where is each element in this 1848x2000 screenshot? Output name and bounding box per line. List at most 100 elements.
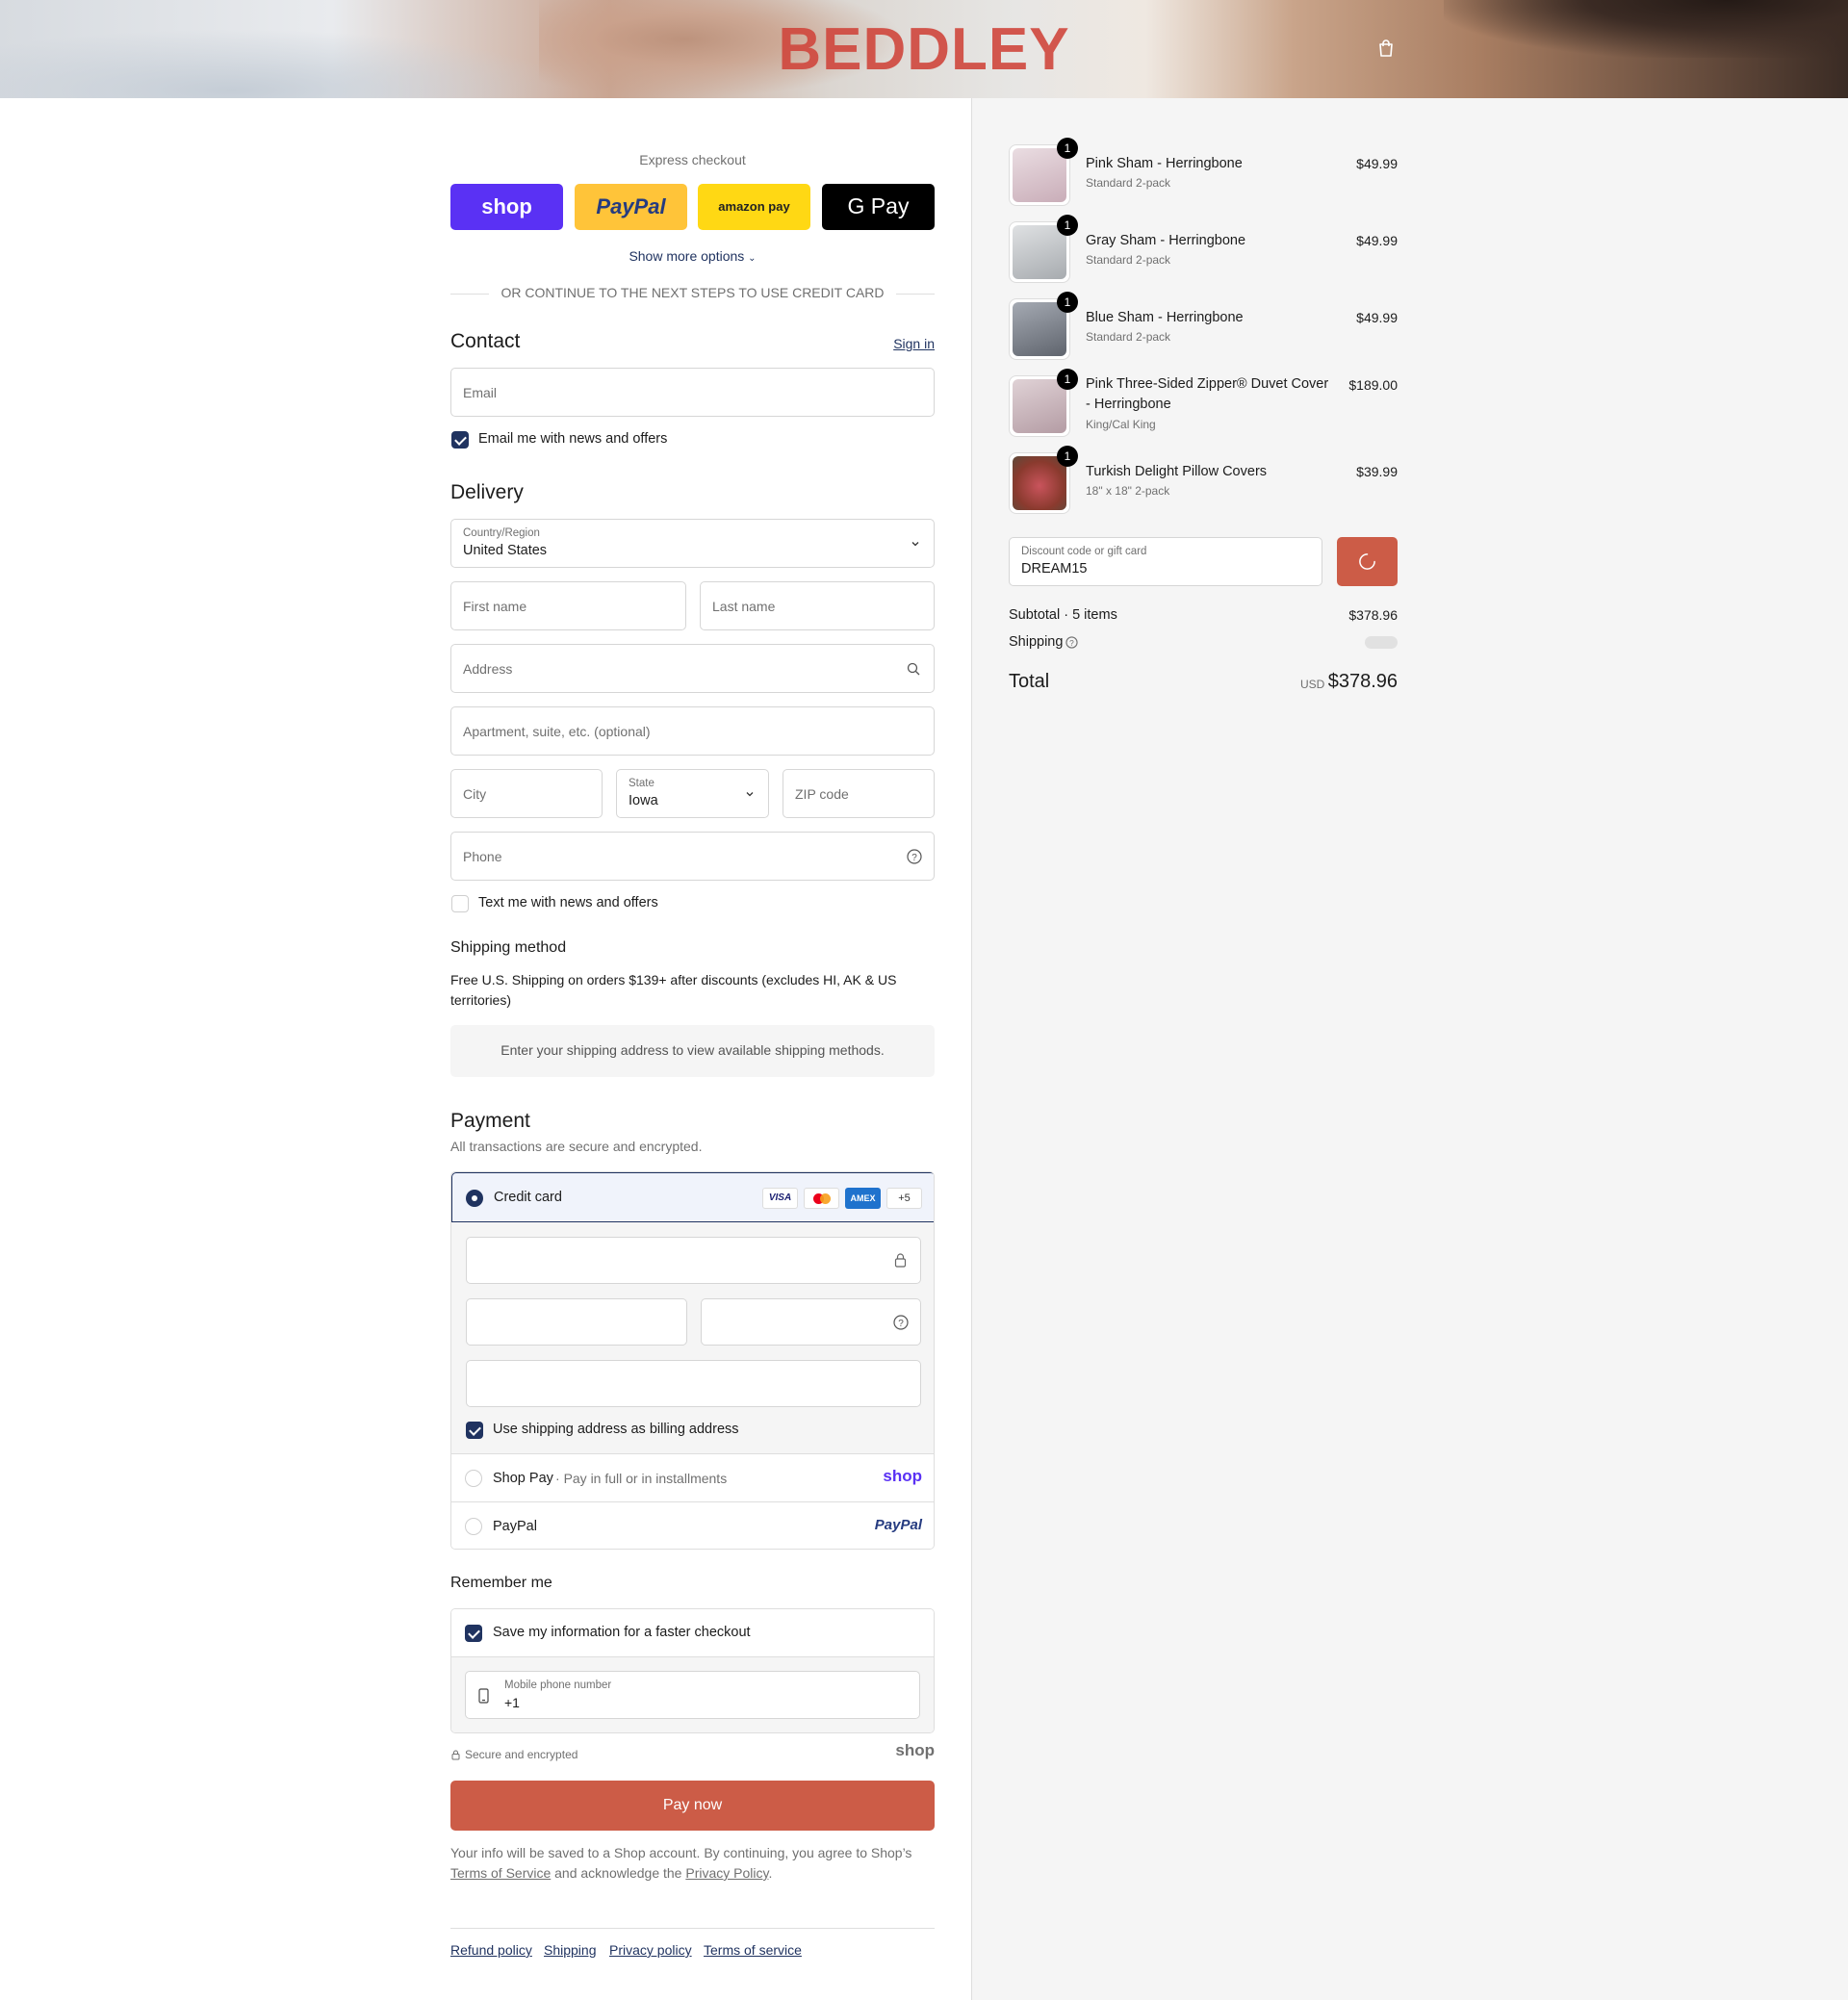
total-label: Total xyxy=(1009,671,1050,692)
remember-me-heading: Remember me xyxy=(450,1575,552,1591)
privacy-policy-link[interactable]: Privacy Policy xyxy=(685,1865,768,1881)
help-icon[interactable]: ? xyxy=(893,1315,909,1330)
item-title: Pink Three-Sided Zipper® Duvet Cover - H… xyxy=(1086,376,1329,412)
save-info-checkbox[interactable] xyxy=(465,1625,482,1642)
currency-code: USD xyxy=(1300,678,1325,691)
mobile-number-row: Mobile phone number +1 xyxy=(451,1657,934,1732)
apply-discount-button[interactable] xyxy=(1337,537,1398,586)
sign-in-link[interactable]: Sign in xyxy=(893,336,935,351)
last-name-field[interactable]: Last name xyxy=(700,581,935,630)
privacy-policy-footer-link[interactable]: Privacy policy xyxy=(609,1942,692,1958)
delivery-heading: Delivery xyxy=(450,481,524,503)
item-price: $49.99 xyxy=(1356,233,1398,248)
name-on-card-field[interactable] xyxy=(466,1360,921,1407)
credit-card-radio[interactable] xyxy=(466,1190,483,1207)
email-field[interactable]: Email xyxy=(450,368,935,417)
item-variant: Standard 2-pack xyxy=(1086,253,1171,267)
address-field[interactable]: Address xyxy=(450,644,935,693)
expiration-date-field[interactable] xyxy=(466,1298,687,1346)
footer-divider xyxy=(450,1928,935,1929)
discount-code-input[interactable]: Discount code or gift card DREAM15 xyxy=(1009,537,1322,586)
shopping-bag-icon[interactable] xyxy=(1376,38,1396,58)
quantity-badge: 1 xyxy=(1057,446,1078,467)
shipping-note: Free U.S. Shipping on orders $139+ after… xyxy=(450,972,897,1008)
show-more-options-link[interactable]: Show more options ⌄ xyxy=(450,248,935,264)
paypal-logo: PayPal xyxy=(874,1517,922,1533)
terms-of-service-footer-link[interactable]: Terms of service xyxy=(704,1942,802,1958)
text-news-checkbox[interactable] xyxy=(451,895,469,912)
chevron-down-icon xyxy=(746,792,754,797)
shop-pay-express-button[interactable]: shop xyxy=(450,184,563,230)
refund-policy-link[interactable]: Refund policy xyxy=(450,1942,532,1958)
help-icon[interactable]: ? xyxy=(907,849,922,864)
svg-text:?: ? xyxy=(911,853,917,863)
discount-code-value: DREAM15 xyxy=(1021,561,1088,577)
item-title: Pink Sham - Herringbone xyxy=(1086,156,1243,171)
paypal-express-button[interactable]: PayPal xyxy=(575,184,687,230)
item-variant: 18" x 18" 2-pack xyxy=(1086,484,1170,498)
pay-now-button[interactable]: Pay now xyxy=(450,1781,935,1831)
mobile-number-field[interactable]: Mobile phone number +1 xyxy=(465,1671,920,1719)
billing-address-label: Use shipping address as billing address xyxy=(493,1422,739,1437)
item-title: Gray Sham - Herringbone xyxy=(1086,233,1246,248)
item-variant: Standard 2-pack xyxy=(1086,330,1171,344)
text-news-label: Text me with news and offers xyxy=(478,895,658,910)
quantity-badge: 1 xyxy=(1057,138,1078,159)
remember-me-box: Save my information for a faster checkou… xyxy=(450,1608,935,1733)
lock-icon xyxy=(451,1750,460,1760)
shop-legal-text: Your info will be saved to a Shop accoun… xyxy=(450,1845,912,1881)
item-variant: Standard 2-pack xyxy=(1086,176,1171,190)
shipping-methods-placeholder: Enter your shipping address to view avai… xyxy=(450,1025,935,1077)
save-info-label: Save my information for a faster checkou… xyxy=(493,1625,751,1640)
subtotal-value: $378.96 xyxy=(1348,607,1398,623)
state-select[interactable]: State Iowa xyxy=(616,769,769,818)
shop-logo: shop xyxy=(883,1467,922,1485)
shipping-loading-placeholder xyxy=(1365,636,1398,649)
secure-encrypted-text: Secure and encrypted xyxy=(465,1748,578,1761)
shop-pay-radio[interactable] xyxy=(465,1470,482,1487)
terms-of-service-link[interactable]: Terms of Service xyxy=(450,1865,551,1881)
quantity-badge: 1 xyxy=(1057,369,1078,390)
quantity-badge: 1 xyxy=(1057,215,1078,236)
card-number-field[interactable] xyxy=(466,1237,921,1284)
zip-code-field[interactable]: ZIP code xyxy=(783,769,935,818)
item-title: Blue Sham - Herringbone xyxy=(1086,310,1244,325)
divider-text: OR CONTINUE TO THE NEXT STEPS TO USE CRE… xyxy=(500,285,885,300)
subtotal-label: Subtotal · 5 items xyxy=(1009,607,1117,623)
shipping-label: Shipping xyxy=(1009,634,1064,650)
amazon-pay-express-button[interactable]: amazon pay xyxy=(698,184,810,230)
item-price: $39.99 xyxy=(1356,464,1398,479)
first-name-field[interactable]: First name xyxy=(450,581,686,630)
total-value: $378.96 xyxy=(1327,671,1398,692)
store-logo[interactable]: BEDDLEY xyxy=(0,15,1848,84)
country-select[interactable]: Country/Region United States xyxy=(450,519,935,568)
discount-code-label: Discount code or gift card xyxy=(1021,546,1147,557)
billing-address-checkbox[interactable] xyxy=(466,1422,483,1439)
contact-heading: Contact xyxy=(450,330,521,352)
help-icon[interactable]: ? xyxy=(1065,636,1078,649)
city-field[interactable]: City xyxy=(450,769,603,818)
credit-card-form: ? Use shipping address as billing addres… xyxy=(451,1222,934,1454)
paypal-option[interactable]: PayPal PayPal xyxy=(451,1501,934,1549)
shipping-method-heading: Shipping method xyxy=(450,939,567,956)
shop-pay-option[interactable]: Shop Pay · Pay in full or in installment… xyxy=(451,1453,934,1501)
mobile-phone-icon xyxy=(478,1688,489,1704)
item-variant: King/Cal King xyxy=(1086,418,1156,431)
quantity-badge: 1 xyxy=(1057,292,1078,313)
save-info-row: Save my information for a faster checkou… xyxy=(451,1609,934,1657)
payment-subtitle: All transactions are secure and encrypte… xyxy=(450,1139,703,1154)
payment-methods-box: Credit card VISA AMEX +5 ? Use shipping … xyxy=(450,1171,935,1550)
header-banner: BEDDLEY xyxy=(0,0,1848,98)
svg-text:?: ? xyxy=(898,1319,904,1329)
amex-icon: AMEX xyxy=(845,1188,881,1209)
apartment-field[interactable]: Apartment, suite, etc. (optional) xyxy=(450,706,935,756)
paypal-radio[interactable] xyxy=(465,1518,482,1535)
item-title: Turkish Delight Pillow Covers xyxy=(1086,464,1268,479)
security-code-field[interactable]: ? xyxy=(701,1298,921,1346)
credit-card-option[interactable]: Credit card VISA AMEX +5 xyxy=(451,1172,934,1222)
phone-field[interactable]: Phone ? xyxy=(450,832,935,881)
lock-icon xyxy=(894,1253,907,1268)
shipping-policy-link[interactable]: Shipping xyxy=(544,1942,597,1958)
google-pay-express-button[interactable]: G Pay xyxy=(822,184,935,230)
email-news-checkbox[interactable] xyxy=(451,431,469,449)
